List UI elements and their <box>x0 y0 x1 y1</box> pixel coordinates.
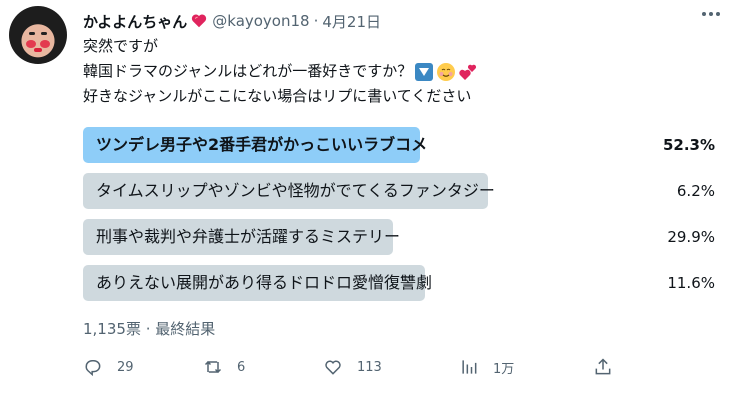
share-icon <box>595 358 611 375</box>
poll-option-percent: 6.2% <box>676 182 715 200</box>
poll-option: 刑事や裁判や弁護士が活躍するミステリー 29.9% <box>83 219 715 255</box>
retweet-button[interactable]: 6 <box>203 357 245 377</box>
poll-option-label: 刑事や裁判や弁護士が活躍するミステリー <box>96 227 401 246</box>
retweet-icon <box>204 360 222 374</box>
like-icon <box>325 360 341 375</box>
action-bar: 29 6 113 1万 <box>83 357 623 383</box>
poll-option: ツンデレ男子や2番手君がかっこいいラブコメ 52.3% <box>83 127 715 163</box>
like-button[interactable]: 113 <box>323 357 382 377</box>
poll-option-label: ありえない展開があり得るドロドロ愛憎復讐劇 <box>96 273 433 292</box>
tweet: かよよんちゃん @kayoyon18 · 4月21日 突然ですが 韓国ドラマのジ… <box>0 0 742 405</box>
reply-count: 29 <box>117 359 134 375</box>
like-count: 113 <box>357 359 382 375</box>
views-icon <box>462 360 477 374</box>
more-icon[interactable] <box>702 12 720 16</box>
text-line: 好きなジャンルがここにない場合はリプに書いてください <box>83 87 472 105</box>
poll-status: 1,135票 · 最終結果 <box>83 320 216 338</box>
tweet-text: 突然ですが 韓国ドラマのジャンルはどれが一番好きですか？ 好きなジャンルがここに… <box>83 34 703 109</box>
poll-option: タイムスリップやゾンビや怪物がでてくるファンタジー 6.2% <box>83 173 715 209</box>
down-arrow-emoji-icon <box>415 62 434 81</box>
text-line: 韓国ドラマのジャンルはどれが一番好きですか？ <box>83 59 703 84</box>
two-hearts-emoji-icon <box>459 64 477 80</box>
separator: · <box>313 12 319 30</box>
views-count: 1万 <box>493 361 515 377</box>
handle[interactable]: @kayoyon18 <box>212 12 309 30</box>
heart-emoji-icon <box>192 14 207 28</box>
text-line: 突然ですが <box>83 37 159 55</box>
views-button[interactable]: 1万 <box>459 357 514 377</box>
poll-option: ありえない展開があり得るドロドロ愛憎復讐劇 11.6% <box>83 265 715 301</box>
smiling-face-emoji-icon <box>437 62 456 81</box>
tweet-date[interactable]: 4月21日 <box>322 11 381 32</box>
poll-option-percent: 11.6% <box>667 274 715 292</box>
reply-button[interactable]: 29 <box>83 357 134 377</box>
tweet-header: かよよんちゃん @kayoyon18 · 4月21日 <box>83 10 702 32</box>
poll: ツンデレ男子や2番手君がかっこいいラブコメ 52.3% タイムスリップやゾンビや… <box>83 127 715 311</box>
avatar[interactable] <box>9 6 67 64</box>
poll-option-label: ツンデレ男子や2番手君がかっこいいラブコメ <box>96 135 428 154</box>
retweet-count: 6 <box>237 359 246 375</box>
poll-option-label: タイムスリップやゾンビや怪物がでてくるファンタジー <box>96 181 495 200</box>
poll-option-percent: 29.9% <box>667 228 715 246</box>
share-button[interactable] <box>593 357 613 381</box>
reply-icon <box>85 360 101 377</box>
poll-option-percent: 52.3% <box>662 136 715 154</box>
display-name[interactable]: かよよんちゃん <box>83 11 187 32</box>
